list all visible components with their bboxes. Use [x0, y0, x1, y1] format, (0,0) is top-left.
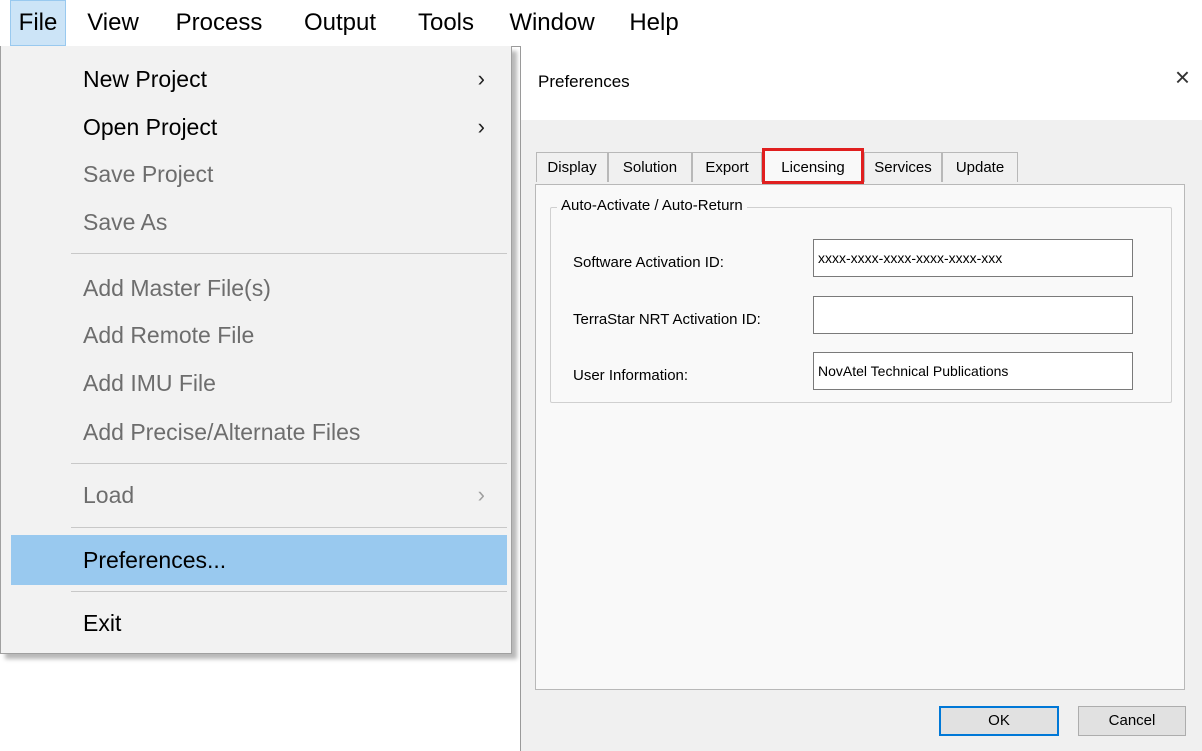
menu-separator	[71, 591, 507, 592]
licensing-tab-panel: Auto-Activate / Auto-Return Software Act…	[535, 184, 1185, 690]
menu-item-add-remote-file[interactable]: Add Remote File	[11, 310, 507, 360]
menu-process[interactable]: Process	[170, 0, 268, 46]
menu-help[interactable]: Help	[624, 0, 684, 46]
menu-window[interactable]: Window	[500, 0, 604, 46]
menu-item-label: Exit	[83, 610, 122, 636]
menu-item-label: New Project	[83, 66, 207, 92]
menu-item-label: Add Master File(s)	[83, 275, 271, 301]
software-activation-id-field[interactable]: xxxx-xxxx-xxxx-xxxx-xxxx-xxx	[813, 239, 1133, 277]
menu-item-label: Add Precise/Alternate Files	[83, 419, 361, 445]
tab-licensing[interactable]: Licensing	[762, 148, 864, 184]
close-icon[interactable]: ×	[1175, 64, 1190, 90]
ok-button[interactable]: OK	[939, 706, 1059, 736]
menu-separator	[71, 463, 507, 464]
chevron-right-icon: ›	[477, 66, 485, 91]
chevron-right-icon: ›	[477, 114, 485, 139]
auto-activate-group: Auto-Activate / Auto-Return Software Act…	[550, 197, 1172, 403]
menu-item-label: Preferences...	[83, 547, 227, 573]
dialog-title: Preferences	[538, 72, 630, 91]
menu-item-exit[interactable]: Exit	[11, 598, 507, 648]
tab-services[interactable]: Services	[864, 152, 942, 182]
menu-item-save-project[interactable]: Save Project	[11, 149, 507, 199]
menu-item-new-project[interactable]: New Project ›	[11, 54, 507, 104]
menu-separator	[71, 527, 507, 528]
user-information-label: User Information:	[573, 367, 689, 384]
tab-export[interactable]: Export	[692, 152, 762, 182]
menu-item-add-imu-file[interactable]: Add IMU File	[11, 358, 507, 408]
cancel-button[interactable]: Cancel	[1078, 706, 1186, 736]
menu-file[interactable]: File	[10, 0, 66, 46]
menu-item-label: Add Remote File	[83, 322, 255, 348]
tab-solution[interactable]: Solution	[608, 152, 692, 182]
menu-separator	[71, 253, 507, 254]
menu-item-label: Save As	[83, 209, 168, 235]
menu-item-load[interactable]: Load ›	[11, 470, 507, 520]
dialog-title-bar: Preferences ×	[521, 46, 1202, 120]
menu-view[interactable]: View	[84, 0, 142, 46]
terrastar-nrt-activation-id-label: TerraStar NRT Activation ID:	[573, 311, 761, 328]
file-menu-dropdown: New Project › Open Project › Save Projec…	[0, 46, 512, 654]
software-activation-id-label: Software Activation ID:	[573, 254, 724, 271]
terrastar-nrt-activation-id-field[interactable]	[813, 296, 1133, 334]
menu-item-save-as[interactable]: Save As	[11, 197, 507, 247]
menu-bar: File View Process Output Tools Window He…	[0, 0, 735, 47]
group-title: Auto-Activate / Auto-Return	[557, 197, 747, 214]
menu-item-add-precise-alternate-files[interactable]: Add Precise/Alternate Files	[11, 407, 507, 457]
menu-item-label: Add IMU File	[83, 370, 216, 396]
menu-item-preferences[interactable]: Preferences...	[11, 535, 507, 585]
menu-tools[interactable]: Tools	[412, 0, 480, 46]
tab-display[interactable]: Display	[536, 152, 608, 182]
chevron-right-icon: ›	[477, 482, 485, 507]
menu-output[interactable]: Output	[296, 0, 384, 46]
menu-item-label: Load	[83, 482, 135, 508]
menu-item-add-master-files[interactable]: Add Master File(s)	[11, 263, 507, 313]
user-information-field[interactable]: NovAtel Technical Publications	[813, 352, 1133, 390]
menu-item-label: Save Project	[83, 161, 214, 187]
tab-update[interactable]: Update	[942, 152, 1018, 182]
menu-item-label: Open Project	[83, 114, 218, 140]
menu-item-open-project[interactable]: Open Project ›	[11, 102, 507, 152]
